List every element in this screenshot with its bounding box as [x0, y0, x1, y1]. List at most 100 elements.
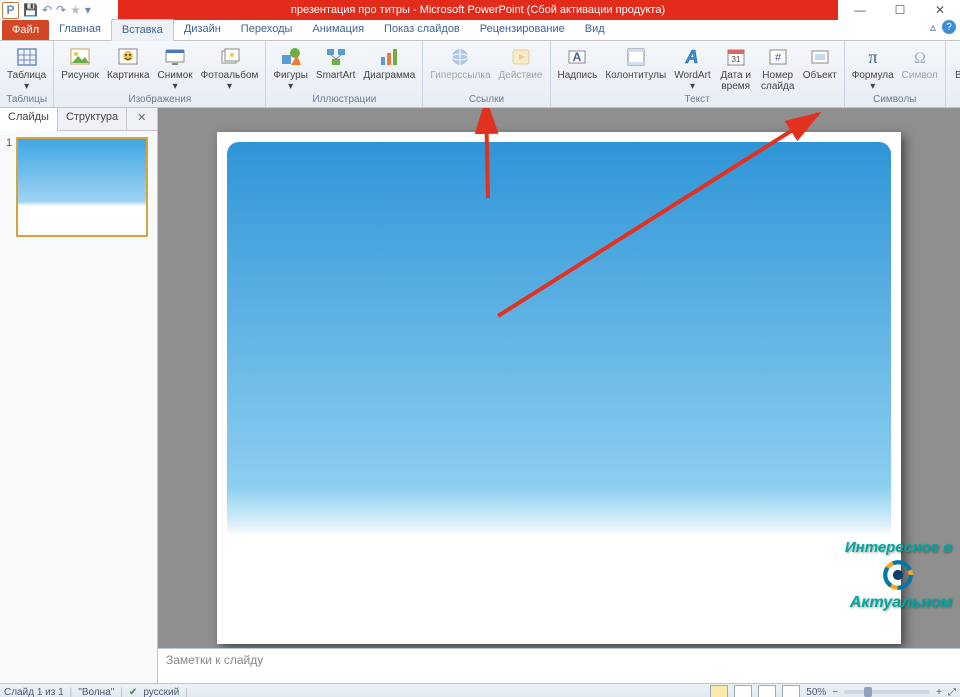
- slides-tab[interactable]: Слайды: [0, 108, 58, 131]
- slide-number-label: 1: [6, 137, 12, 237]
- textbox-icon: A: [565, 45, 589, 69]
- close-pane-icon[interactable]: ✕: [129, 108, 154, 130]
- clipart-button[interactable]: Картинка: [104, 43, 153, 83]
- album-button[interactable]: Фотоальбом ▾: [198, 43, 262, 94]
- zoom-out-button[interactable]: −: [832, 687, 838, 697]
- video-button[interactable]: Видео ▾: [950, 43, 960, 94]
- sorter-view-button[interactable]: [734, 685, 752, 697]
- picture-icon: [68, 45, 92, 69]
- headerfooter-icon: [624, 45, 648, 69]
- tab-показ слайдов[interactable]: Показ слайдов: [374, 19, 470, 39]
- slide-thumbnail-preview[interactable]: [16, 137, 148, 237]
- object-button[interactable]: Объект: [800, 43, 840, 83]
- textbox-label: Надпись: [558, 70, 598, 81]
- watermark-line2: Актуальном: [845, 594, 952, 612]
- window-title: презентация про титры - Microsoft PowerP…: [118, 0, 838, 20]
- tab-главная[interactable]: Главная: [49, 19, 111, 39]
- svg-text:A: A: [685, 47, 699, 67]
- hyperlink-label: Гиперссылка: [430, 70, 490, 81]
- datetime-button[interactable]: 31 Дата и время: [716, 43, 756, 94]
- wordart-icon: A: [680, 45, 704, 69]
- slide-thumbnail[interactable]: 1: [6, 137, 151, 237]
- maximize-button[interactable]: ☐: [880, 0, 920, 20]
- qat-undo-icon[interactable]: ↶: [42, 3, 52, 17]
- title-bar: P 💾 ↶ ↷ ★ ▾ презентация про титры - Micr…: [0, 0, 960, 20]
- group-label: Текст: [555, 94, 840, 106]
- headerfooter-button[interactable]: Колонтитулы: [602, 43, 669, 83]
- equation-button[interactable]: πФормула ▾: [849, 43, 897, 94]
- reading-view-button[interactable]: [758, 685, 776, 697]
- help-icon[interactable]: ?: [942, 20, 956, 34]
- ribbon-tabs: Файл ГлавнаяВставкаДизайнПереходыАнимаци…: [0, 20, 960, 41]
- collapse-ribbon-icon[interactable]: ▵: [930, 20, 936, 34]
- smartart-button[interactable]: SmartArt: [313, 43, 358, 83]
- datetime-icon: 31: [724, 45, 748, 69]
- zoom-in-button[interactable]: +: [936, 687, 942, 697]
- slide-canvas-area[interactable]: Интересное в Актуальном: [158, 108, 960, 648]
- datetime-label: Дата и время: [720, 70, 751, 92]
- textbox-button[interactable]: A Надпись: [555, 43, 601, 83]
- album-label: Фотоальбом ▾: [201, 70, 259, 92]
- svg-text:31: 31: [731, 55, 740, 64]
- watermark: Интересное в Актуальном: [845, 539, 952, 612]
- slidenum-button[interactable]: #Номер слайда: [758, 43, 798, 94]
- normal-view-button[interactable]: [710, 685, 728, 697]
- wordart-button[interactable]: A WordArt ▾: [671, 43, 714, 94]
- svg-text:A: A: [573, 50, 582, 64]
- qat-star-icon[interactable]: ★: [70, 3, 81, 17]
- tab-переходы[interactable]: Переходы: [231, 19, 303, 39]
- shapes-icon: [279, 45, 303, 69]
- slidenum-label: Номер слайда: [761, 70, 794, 92]
- tab-рецензирование[interactable]: Рецензирование: [470, 19, 575, 39]
- slide-background: [227, 142, 891, 634]
- spellcheck-icon[interactable]: ✔: [129, 687, 137, 697]
- wordart-label: WordArt ▾: [674, 70, 711, 92]
- action-label: Действие: [499, 70, 543, 81]
- slides-pane: Слайды Структура ✕ 1: [0, 108, 158, 683]
- screenshot-label: Снимок ▾: [158, 70, 193, 92]
- chart-label: Диаграмма: [363, 70, 415, 81]
- fit-to-window-button[interactable]: ⤢: [948, 687, 956, 697]
- help-area: ▵ ?: [930, 20, 956, 34]
- group-изображения: РисунокКартинкаСнимок ▾Фотоальбом ▾Изобр…: [54, 41, 266, 107]
- work-area: Слайды Структура ✕ 1: [0, 108, 960, 683]
- qat-save-icon[interactable]: 💾: [23, 3, 38, 17]
- tab-дизайн[interactable]: Дизайн: [174, 19, 231, 39]
- qat-dropdown-icon[interactable]: ▾: [85, 3, 91, 17]
- status-language[interactable]: русский: [143, 687, 179, 697]
- zoom-slider[interactable]: [844, 690, 930, 694]
- tab-анимация[interactable]: Анимация: [302, 19, 374, 39]
- shapes-label: Фигуры ▾: [273, 70, 307, 92]
- file-tab[interactable]: Файл: [2, 20, 49, 40]
- group-мультимедиа: Видео ▾Звук ▾Мультимедиа: [946, 41, 960, 107]
- minimize-button[interactable]: —: [840, 0, 880, 20]
- link-icon: [448, 45, 472, 69]
- notes-pane[interactable]: Заметки к слайду: [158, 648, 960, 683]
- close-button[interactable]: ✕: [920, 0, 960, 20]
- status-bar: Слайд 1 из 1 | "Волна" | ✔ русский | 50%…: [0, 683, 960, 697]
- slideshow-view-button[interactable]: [782, 685, 800, 697]
- table-button[interactable]: Таблица ▾: [4, 43, 49, 94]
- quick-access-toolbar: P 💾 ↶ ↷ ★ ▾: [0, 2, 91, 19]
- tab-вид[interactable]: Вид: [575, 19, 615, 39]
- outline-tab[interactable]: Структура: [58, 108, 127, 130]
- symbol-icon: Ω: [908, 45, 932, 69]
- symbol-button: ΩСимвол: [899, 43, 941, 83]
- slide[interactable]: [217, 132, 901, 644]
- qat-redo-icon[interactable]: ↷: [56, 3, 66, 17]
- slidenum-icon: #: [766, 45, 790, 69]
- zoom-level[interactable]: 50%: [806, 687, 826, 697]
- group-label: Ссылки: [427, 94, 545, 106]
- clipart-label: Картинка: [107, 70, 150, 81]
- object-icon: [808, 45, 832, 69]
- tab-вставка[interactable]: Вставка: [111, 19, 174, 41]
- action-button: Действие: [496, 43, 546, 83]
- picture-button[interactable]: Рисунок: [58, 43, 102, 83]
- chart-button[interactable]: Диаграмма: [360, 43, 418, 83]
- screenshot-button[interactable]: Снимок ▾: [155, 43, 196, 94]
- group-ссылки: Гиперссылка Действие Ссылки: [423, 41, 550, 107]
- smartart-label: SmartArt: [316, 70, 355, 81]
- shapes-button[interactable]: Фигуры ▾: [270, 43, 310, 94]
- table-icon: [15, 45, 39, 69]
- group-label: Мультимедиа: [950, 94, 960, 106]
